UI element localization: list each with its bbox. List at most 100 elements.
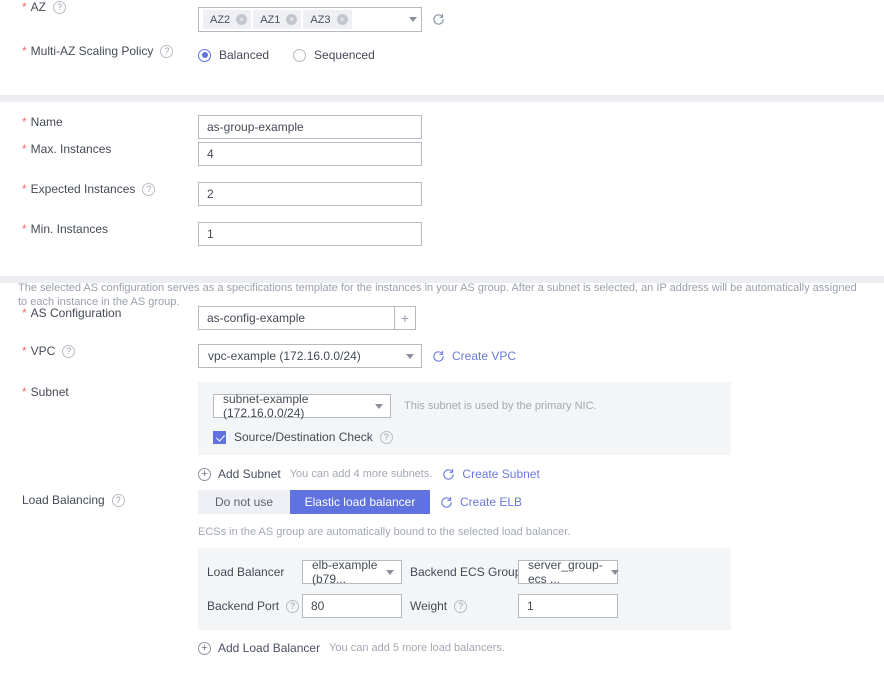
backend-port-input[interactable]: 80 <box>302 594 402 618</box>
required-asterisk: * <box>22 385 27 399</box>
source-dest-check-label: Source/Destination Check <box>234 430 373 444</box>
chevron-down-icon[interactable] <box>409 17 417 22</box>
required-asterisk: * <box>22 344 27 358</box>
add-subnet-row: + Add Subnet You can add 4 more subnets.… <box>198 467 884 481</box>
max-instances-label-text: Max. Instances <box>30 142 112 156</box>
help-icon[interactable]: ? <box>142 182 156 196</box>
radio-indicator[interactable] <box>293 48 307 62</box>
multi-az-policy-label: * Multi-AZ Scaling Policy ? <box>0 44 198 58</box>
required-asterisk: * <box>22 142 27 156</box>
name-label: * Name <box>0 115 198 129</box>
source-dest-check-row[interactable]: Source/Destination Check ? <box>213 430 731 444</box>
subnet-label-text: Subnet <box>30 385 69 399</box>
radio-sequenced[interactable]: Sequenced <box>293 48 375 62</box>
as-configuration-label-text: AS Configuration <box>30 306 122 320</box>
load-balancing-toggle[interactable]: Do not use Elastic load balancer <box>198 490 430 514</box>
az-tag: AZ1 × <box>253 10 302 29</box>
help-icon[interactable]: ? <box>62 344 76 358</box>
section-divider <box>0 95 884 102</box>
expected-instances-row: * Expected Instances ? 2 <box>0 182 884 222</box>
multi-az-policy-label-text: Multi-AZ Scaling Policy <box>30 44 154 58</box>
checkbox-indicator[interactable] <box>213 430 226 444</box>
refresh-icon[interactable] <box>440 496 453 509</box>
backend-port-label-text: Backend Port <box>207 599 280 613</box>
backend-port-label: Backend Port ? <box>207 599 302 613</box>
min-instances-row: * Min. Instances 1 <box>0 222 884 262</box>
plus-icon[interactable]: + <box>198 641 211 655</box>
weight-input[interactable]: 1 <box>518 594 618 618</box>
plus-icon[interactable]: + <box>198 467 211 481</box>
subnet-row: * Subnet subnet-example (172.16.0.0/24) … <box>0 382 884 481</box>
refresh-icon[interactable] <box>432 13 445 26</box>
name-label-text: Name <box>30 115 63 129</box>
load-balancer-select[interactable]: elb-example (b79... <box>302 558 402 586</box>
refresh-icon[interactable] <box>432 350 445 363</box>
load-balancer-panel: Load Balancer elb-example (b79... Backen… <box>198 548 731 630</box>
expected-instances-input[interactable]: 2 <box>198 182 422 206</box>
tab-do-not-use[interactable]: Do not use <box>198 490 290 514</box>
min-instances-label-text: Min. Instances <box>30 222 109 236</box>
backend-ecs-group-value: server_group-ecs ... <box>528 558 603 586</box>
subnet-select-value: subnet-example (172.16.0.0/24) <box>223 392 309 420</box>
subnet-select[interactable]: subnet-example (172.16.0.0/24) <box>213 392 391 420</box>
load-balancer-field-label: Load Balancer <box>207 565 285 579</box>
backend-ecs-group-select[interactable]: server_group-ecs ... <box>518 558 619 586</box>
as-configuration-selector[interactable]: as-config-example + <box>198 306 416 330</box>
plus-icon[interactable]: + <box>394 306 416 330</box>
load-balancing-note: ECSs in the AS group are automatically b… <box>198 526 571 538</box>
vpc-label: * VPC ? <box>0 344 198 358</box>
weight-label-text: Weight <box>410 599 448 613</box>
az-label: * AZ ? <box>0 0 198 14</box>
chevron-down-icon <box>610 569 619 575</box>
add-subnet-hint: You can add 4 more subnets. <box>289 468 433 480</box>
as-configuration-value[interactable]: as-config-example <box>198 306 394 330</box>
close-icon[interactable]: × <box>286 14 298 25</box>
as-group-form-page: * AZ ? AZ2 × AZ1 × AZ3 × * Multi-AZ Scal… <box>0 0 884 680</box>
multi-az-policy-row: * Multi-AZ Scaling Policy ? Balanced Seq… <box>0 44 884 88</box>
subnet-label: * Subnet <box>0 382 198 399</box>
vpc-label-text: VPC <box>30 344 56 358</box>
required-asterisk: * <box>22 0 27 14</box>
help-icon[interactable]: ? <box>286 599 300 613</box>
subnet-panel: subnet-example (172.16.0.0/24) This subn… <box>198 382 731 455</box>
radio-indicator[interactable] <box>198 48 211 62</box>
close-icon[interactable]: × <box>236 14 248 25</box>
create-elb-link[interactable]: Create ELB <box>460 495 522 509</box>
radio-balanced[interactable]: Balanced <box>198 48 269 62</box>
radio-balanced-label: Balanced <box>219 48 270 62</box>
max-instances-label: * Max. Instances <box>0 142 198 156</box>
close-icon[interactable]: × <box>336 14 348 25</box>
load-balancing-label-text: Load Balancing <box>22 493 105 507</box>
weight-label: Weight ? <box>410 599 518 613</box>
load-balancing-label: Load Balancing ? <box>0 490 198 507</box>
name-input[interactable]: as-group-example <box>198 115 422 139</box>
refresh-icon[interactable] <box>442 468 455 481</box>
max-instances-input[interactable]: 4 <box>198 142 422 166</box>
az-multiselect[interactable]: AZ2 × AZ1 × AZ3 × <box>198 7 422 32</box>
min-instances-label: * Min. Instances <box>0 222 198 236</box>
chevron-down-icon <box>375 403 383 409</box>
max-instances-row: * Max. Instances 4 <box>0 142 884 182</box>
tab-elastic-load-balancer[interactable]: Elastic load balancer <box>290 490 430 514</box>
vpc-select[interactable]: vpc-example (172.16.0.0/24) <box>198 344 422 368</box>
add-subnet-button[interactable]: Add Subnet <box>218 467 281 481</box>
help-icon[interactable]: ? <box>454 599 468 613</box>
chevron-down-icon <box>386 569 394 575</box>
help-icon[interactable]: ? <box>379 430 393 444</box>
as-configuration-label: * AS Configuration <box>0 306 198 320</box>
help-icon[interactable]: ? <box>160 44 174 58</box>
create-vpc-link[interactable]: Create VPC <box>452 349 516 363</box>
subnet-note: This subnet is used by the primary NIC. <box>404 400 597 412</box>
vpc-row: * VPC ? vpc-example (172.16.0.0/24) Crea… <box>0 344 884 382</box>
create-subnet-link[interactable]: Create Subnet <box>462 467 539 481</box>
add-load-balancer-hint: You can add 5 more load balancers. <box>329 642 505 654</box>
help-icon[interactable]: ? <box>53 0 67 14</box>
az-tag: AZ2 × <box>203 10 252 29</box>
backend-ecs-group-label: Backend ECS Group <box>410 565 522 579</box>
as-config-banner: The selected AS configuration serves as … <box>18 281 857 308</box>
az-tag-label: AZ3 <box>310 13 331 26</box>
add-load-balancer-button[interactable]: Add Load Balancer <box>218 641 320 655</box>
help-icon[interactable]: ? <box>111 493 125 507</box>
min-instances-input[interactable]: 1 <box>198 222 422 246</box>
load-balancing-toggle-row: Do not use Elastic load balancer Create … <box>198 490 884 514</box>
